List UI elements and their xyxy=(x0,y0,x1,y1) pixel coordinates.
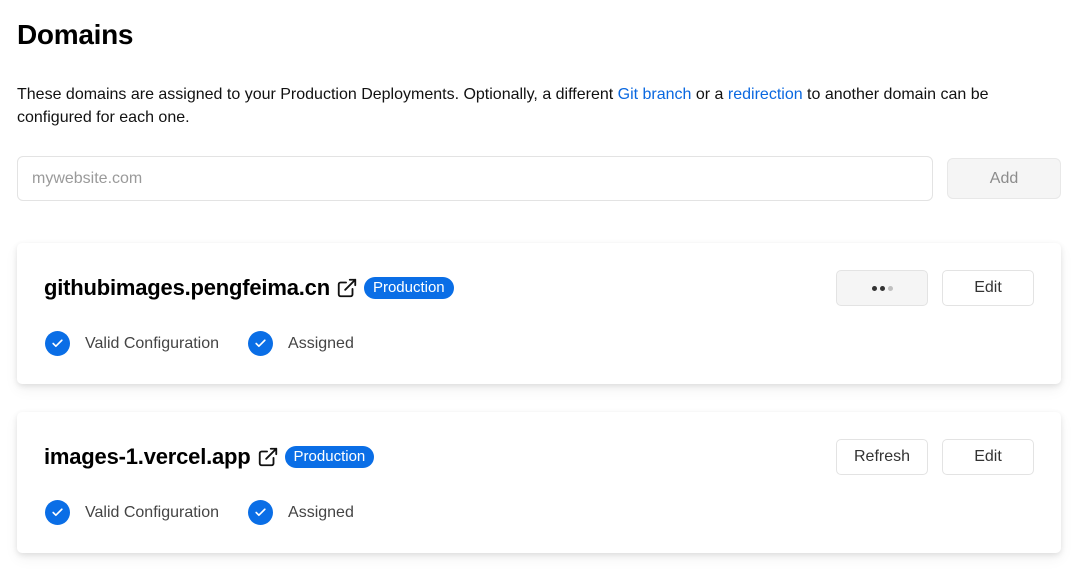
refresh-button-loading[interactable] xyxy=(836,270,928,306)
domain-input[interactable] xyxy=(17,156,933,201)
domain-card-header: githubimages.pengfeima.cn Production xyxy=(44,273,454,303)
edit-button[interactable]: Edit xyxy=(942,439,1034,475)
check-circle-icon xyxy=(248,500,274,525)
status-valid-configuration: Valid Configuration xyxy=(45,331,219,356)
domain-name[interactable]: githubimages.pengfeima.cn xyxy=(44,275,330,301)
domain-card: githubimages.pengfeima.cn Production Edi… xyxy=(17,243,1061,384)
status-label: Valid Configuration xyxy=(85,334,220,352)
edit-button[interactable]: Edit xyxy=(942,270,1034,306)
production-badge: Production xyxy=(284,446,375,468)
check-circle-icon xyxy=(45,331,70,356)
production-badge: Production xyxy=(363,277,454,299)
description-text-middle: or a xyxy=(691,86,728,103)
domain-card: images-1.vercel.app Production Refresh E… xyxy=(17,412,1061,553)
status-assigned: Assigned xyxy=(248,331,354,356)
check-circle-icon xyxy=(248,331,274,356)
add-domain-button[interactable]: Add xyxy=(947,158,1061,199)
check-circle-icon xyxy=(45,500,70,525)
external-link-icon[interactable] xyxy=(335,276,359,300)
status-assigned: Assigned xyxy=(248,500,354,525)
redirection-link[interactable]: redirection xyxy=(728,86,803,103)
domain-name[interactable]: images-1.vercel.app xyxy=(44,444,251,470)
status-valid-configuration: Valid Configuration xyxy=(45,500,219,525)
domains-description: These domains are assigned to your Produ… xyxy=(17,83,1067,129)
domain-card-actions: Refresh Edit xyxy=(836,439,1034,475)
git-branch-link[interactable]: Git branch xyxy=(618,86,692,103)
domains-page: Domains These domains are assigned to yo… xyxy=(0,0,1080,573)
page-title: Domains xyxy=(17,19,134,50)
refresh-button[interactable]: Refresh xyxy=(836,439,928,475)
status-label: Assigned xyxy=(288,334,354,352)
external-link-icon[interactable] xyxy=(256,445,280,469)
domain-card-actions: Edit xyxy=(836,270,1034,306)
status-label: Assigned xyxy=(288,503,354,521)
loading-dots-icon xyxy=(871,285,893,291)
domain-status-row: Valid Configuration Assigned xyxy=(45,500,383,525)
domain-card-header: images-1.vercel.app Production xyxy=(44,442,375,472)
description-text-before: These domains are assigned to your Produ… xyxy=(17,86,618,103)
status-label: Valid Configuration xyxy=(85,503,220,521)
domain-status-row: Valid Configuration Assigned xyxy=(45,331,383,356)
